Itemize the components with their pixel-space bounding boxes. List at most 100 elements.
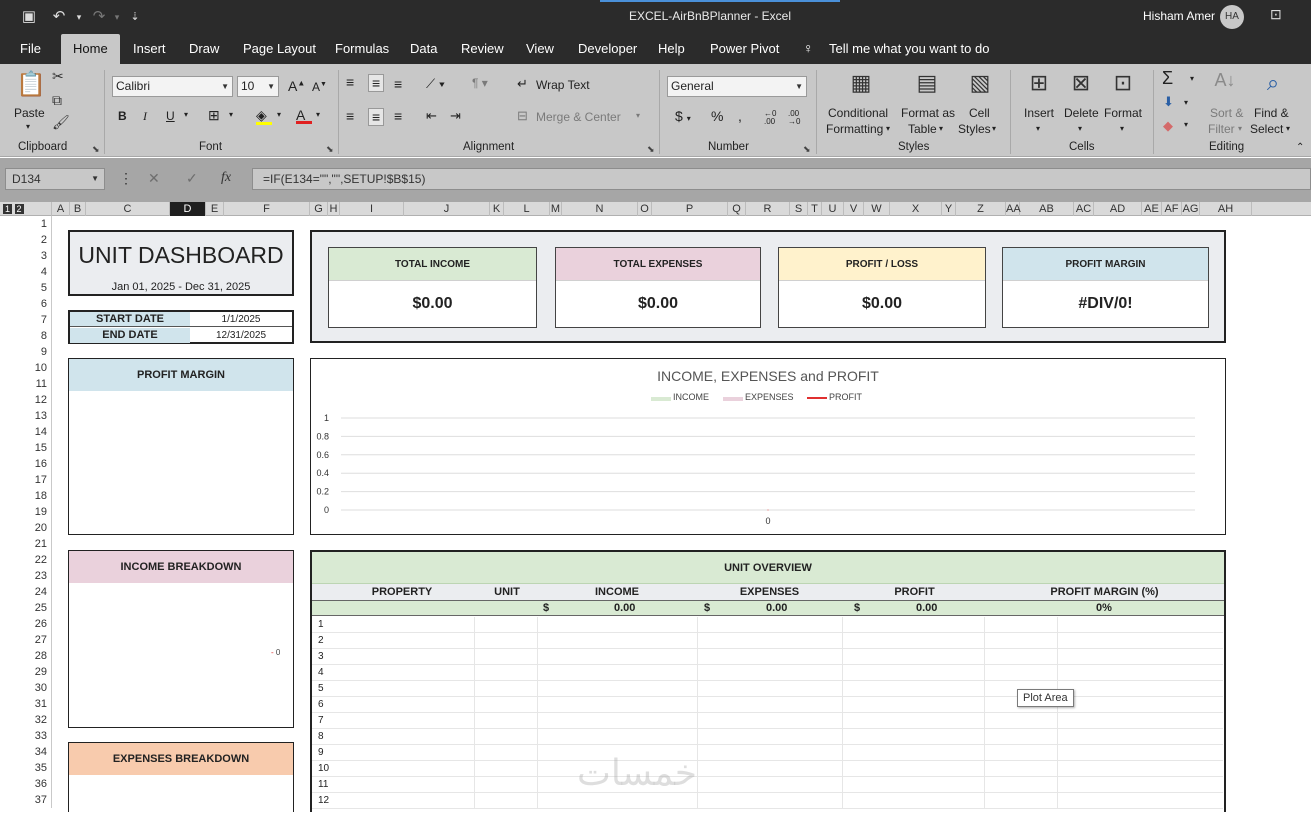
collapse-ribbon-icon[interactable]: ⌃ (1296, 142, 1304, 153)
tab-developer[interactable]: Developer (578, 34, 637, 64)
paste-icon[interactable]: 📋 (16, 70, 46, 98)
row-header[interactable]: 28 (0, 648, 52, 664)
chevron-down-icon[interactable]: ▾ (1238, 124, 1242, 133)
table-row[interactable]: 11 (312, 777, 1223, 793)
chevron-down-icon[interactable]: ▾ (1036, 124, 1040, 133)
cell-styles-icon[interactable]: ▧ (965, 70, 995, 100)
format-as-table-icon[interactable]: ▤ (912, 70, 942, 100)
column-header-r[interactable]: R (746, 202, 790, 216)
increase-font-size-icon[interactable]: A▲ (288, 78, 305, 94)
sort-filter-label-2[interactable]: Filter (1208, 122, 1235, 136)
table-row[interactable]: 6 (312, 697, 1223, 713)
tab-page-layout[interactable]: Page Layout (243, 34, 316, 64)
orientation-icon[interactable]: ⟋ ▾ (426, 76, 445, 92)
column-header-o[interactable]: O (638, 202, 652, 216)
row-header[interactable]: 27 (0, 632, 52, 648)
percent-style-icon[interactable]: % (711, 108, 723, 124)
row-header[interactable]: 8 (0, 328, 52, 344)
row-header[interactable]: 24 (0, 584, 52, 600)
row-header[interactable]: 17 (0, 472, 52, 488)
end-date-value[interactable]: 12/31/2025 (190, 328, 292, 343)
row-header[interactable]: 9 (0, 344, 52, 360)
cut-icon[interactable]: ✂ (52, 68, 64, 85)
row-header[interactable]: 36 (0, 776, 52, 792)
conditional-formatting-label-1[interactable]: Conditional (828, 106, 888, 120)
table-row[interactable]: 3 (312, 649, 1223, 665)
row-header[interactable]: 7 (0, 312, 52, 328)
accounting-format-icon[interactable]: $ ▾ (675, 108, 691, 124)
underline-button[interactable]: U (166, 109, 175, 123)
merge-center-icon[interactable]: ⊟ (517, 108, 528, 124)
user-name[interactable]: Hisham Amer (1143, 9, 1215, 23)
number-format-select[interactable]: General ▼ (667, 76, 807, 97)
column-header-ac[interactable]: AC (1074, 202, 1094, 216)
row-header[interactable]: 32 (0, 712, 52, 728)
row-header[interactable]: 23 (0, 568, 52, 584)
row-header[interactable]: 1 (0, 216, 52, 232)
column-header-ad[interactable]: AD (1094, 202, 1142, 216)
name-box[interactable]: D134 ▼ (5, 168, 105, 190)
column-header-h[interactable]: H (328, 202, 340, 216)
table-row[interactable]: 7 (312, 713, 1223, 729)
underline-dropdown-icon[interactable]: ▾ (184, 110, 188, 119)
tab-review[interactable]: Review (461, 34, 504, 64)
increase-indent-icon[interactable]: ⇥ (450, 108, 461, 124)
tab-file[interactable]: File (20, 34, 41, 64)
autosum-icon[interactable]: Σ (1162, 68, 1173, 89)
row-header[interactable]: 34 (0, 744, 52, 760)
insert-function-icon[interactable]: fx (221, 170, 231, 186)
column-header-aa[interactable]: AA (1006, 202, 1021, 216)
align-center-icon[interactable]: ≡ (368, 108, 385, 126)
chevron-down-icon[interactable]: ▾ (1078, 124, 1082, 133)
row-header[interactable]: 30 (0, 680, 52, 696)
row-header[interactable]: 26 (0, 616, 52, 632)
font-color-icon[interactable]: A (296, 107, 312, 124)
tab-draw[interactable]: Draw (189, 34, 219, 64)
tell-me-search[interactable]: Tell me what you want to do (829, 34, 989, 64)
row-header[interactable]: 4 (0, 264, 52, 280)
tab-formulas[interactable]: Formulas (335, 34, 389, 64)
undo-dropdown-icon[interactable]: ▾ (68, 6, 90, 28)
chevron-down-icon[interactable]: ▾ (992, 124, 996, 133)
tab-data[interactable]: Data (410, 34, 437, 64)
worksheet[interactable]: UNIT DASHBOARD Jan 01, 2025 - Dec 31, 20… (52, 216, 1311, 812)
enter-icon[interactable]: ✓ (186, 170, 198, 187)
fill-icon[interactable]: ⬇ (1163, 94, 1174, 110)
alignment-launcher-icon[interactable]: ⬊ (647, 144, 655, 155)
cancel-icon[interactable]: ✕ (148, 170, 160, 187)
formula-input[interactable]: =IF(E134="","",SETUP!$B$15) (252, 168, 1311, 190)
insert-cells-button[interactable]: Insert (1024, 106, 1054, 120)
row-header[interactable]: 12 (0, 392, 52, 408)
row-header[interactable]: 11 (0, 376, 52, 392)
table-row[interactable]: 4 (312, 665, 1223, 681)
chevron-down-icon[interactable]: ▾ (886, 124, 890, 133)
save-icon[interactable]: ▣ (18, 6, 40, 28)
column-header-af[interactable]: AF (1162, 202, 1182, 216)
row-header[interactable]: 13 (0, 408, 52, 424)
chart-plot[interactable]: 1 0.8 0.6 0.4 0.2 0 0 (311, 359, 1225, 534)
outline-level-buttons[interactable]: 1 2 (0, 202, 52, 216)
comma-style-icon[interactable]: , (738, 108, 742, 124)
delete-cells-button[interactable]: Delete (1064, 106, 1099, 120)
row-header[interactable]: 25 (0, 600, 52, 616)
top-align-icon[interactable]: ≡ (346, 74, 354, 90)
text-direction-icon[interactable]: ¶ ▾ (472, 76, 488, 90)
table-row[interactable]: 10 (312, 761, 1223, 777)
chevron-down-icon[interactable]: ▾ (1286, 124, 1290, 133)
increase-decimal-icon[interactable]: ←0.00 (764, 110, 776, 126)
outline-level-2[interactable]: 2 (14, 204, 24, 214)
find-select-label-2[interactable]: Select (1250, 122, 1283, 136)
income-expenses-profit-chart[interactable]: INCOME, EXPENSES and PROFIT INCOME EXPENS… (310, 358, 1226, 535)
table-row[interactable]: 9 (312, 745, 1223, 761)
row-header[interactable]: 2 (0, 232, 52, 248)
column-header-e[interactable]: E (206, 202, 224, 216)
format-painter-icon[interactable]: 🖌 (52, 114, 70, 131)
decrease-decimal-icon[interactable]: .00 →0 (788, 110, 800, 126)
copy-icon[interactable]: ⧉ (52, 92, 62, 109)
wrap-text-button[interactable]: Wrap Text (536, 78, 590, 92)
column-header-u[interactable]: U (822, 202, 844, 216)
clear-dropdown-icon[interactable]: ▾ (1184, 120, 1188, 129)
column-header-d[interactable]: D (170, 202, 206, 216)
column-header-a[interactable]: A (52, 202, 70, 216)
outline-level-1[interactable]: 1 (3, 204, 13, 214)
